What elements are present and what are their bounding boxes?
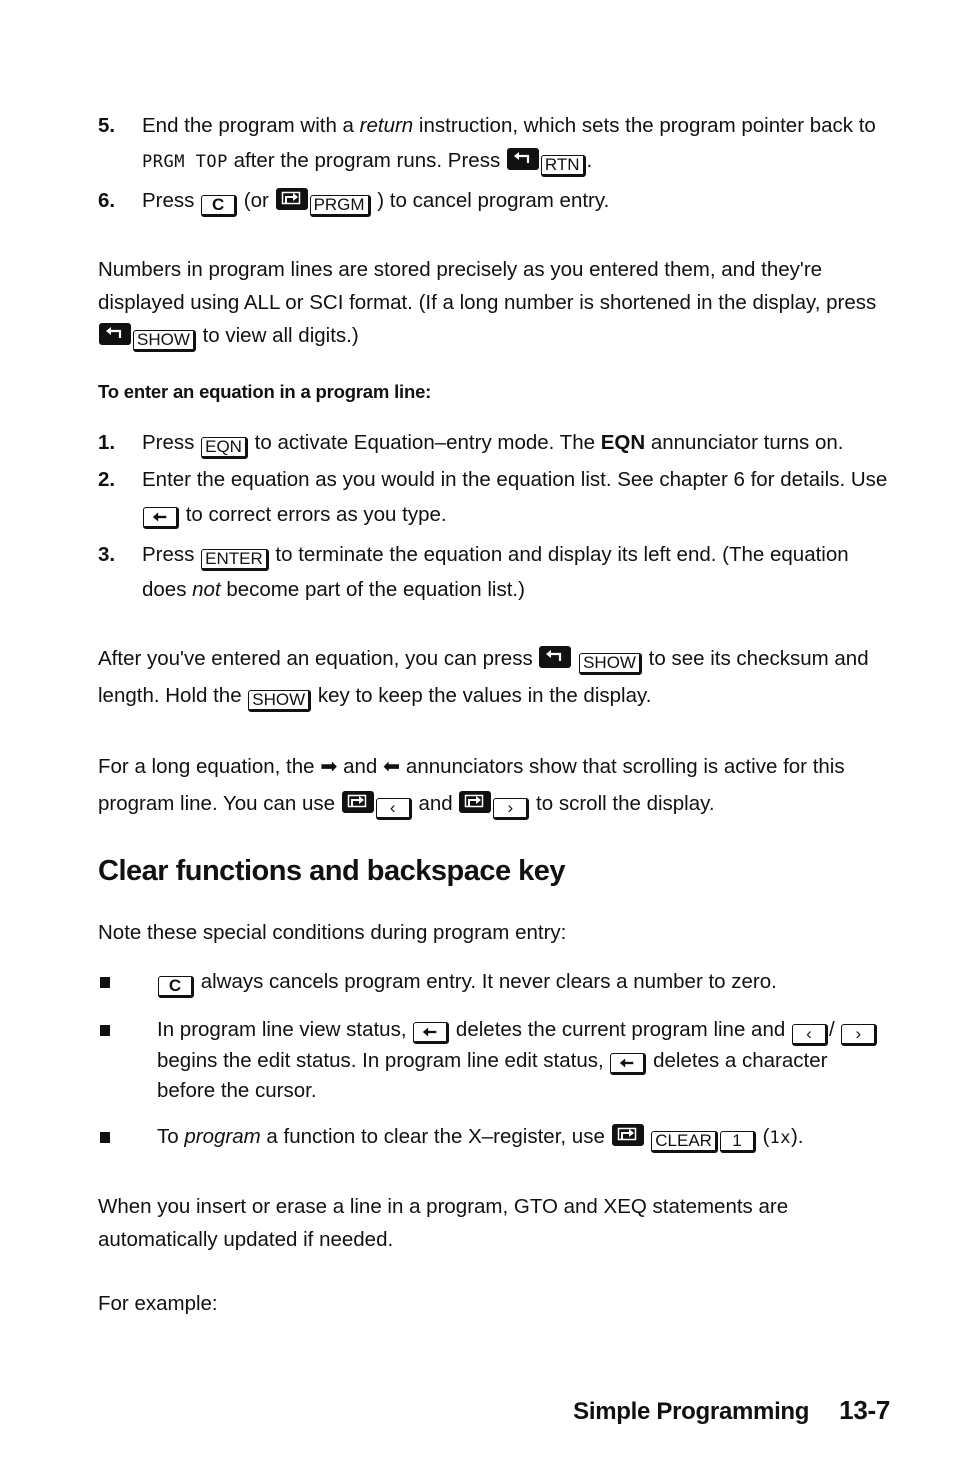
chevron-left-icon: ‹	[389, 798, 396, 817]
right-shift-icon	[464, 794, 484, 808]
left-shift-icon	[104, 326, 124, 340]
right-angle-key: ›	[841, 1024, 878, 1046]
left-shift-key	[506, 148, 539, 170]
step-number: 1.	[98, 431, 116, 454]
chevron-left-icon: ‹	[806, 1024, 812, 1043]
show-key: SHOW	[133, 330, 196, 352]
step-3: 3. Press ENTER to terminate the equation…	[98, 537, 888, 607]
left-arrow-annunciator-icon: ⬅	[383, 755, 401, 778]
numbers-paragraph: Numbers in program lines are stored prec…	[98, 253, 888, 352]
eqn-annunciator-label: EQN	[600, 431, 646, 454]
backspace-arrow-icon	[421, 1025, 439, 1039]
lcd-text: PRGM TOP	[142, 152, 228, 172]
left-shift-icon	[544, 649, 564, 663]
step-5: 5. End the program with a return instruc…	[98, 108, 888, 180]
show-key: SHOW	[579, 653, 642, 675]
step-number: 6.	[98, 189, 116, 212]
bullet-item: In program line view status, deletes the…	[98, 1015, 888, 1106]
rtn-key: RTN	[540, 155, 586, 177]
enter-key: ENTER	[201, 549, 269, 571]
backspace-arrow-icon	[618, 1056, 636, 1070]
show-key: SHOW	[248, 690, 312, 712]
bullet-square-icon	[100, 1025, 110, 1036]
backspace-key	[610, 1053, 647, 1075]
right-arrow-annunciator-icon: ➡	[320, 755, 338, 778]
example-label: For example:	[98, 1292, 218, 1315]
right-angle-key: ›	[493, 798, 530, 820]
scroll-paragraph: For a long equation, the ➡ and ⬅ annunci…	[98, 748, 888, 822]
bullet-item: C always cancels program entry. It never…	[98, 967, 888, 998]
bullet-item: To program a function to clear the X–reg…	[98, 1122, 888, 1153]
bullet-square-icon	[100, 977, 110, 988]
checksum-paragraph: After you've entered an equation, you ca…	[98, 640, 888, 714]
right-shift-icon	[281, 191, 301, 205]
chevron-right-icon: ›	[507, 798, 514, 817]
subheading: To enter an equation in a program line:	[98, 381, 432, 402]
lcd-text: 1x	[769, 1128, 791, 1148]
backspace-arrow-icon	[151, 510, 169, 524]
page-footer: Simple Programming 13-7	[573, 1395, 890, 1426]
left-shift-icon	[512, 151, 532, 165]
backspace-key	[413, 1022, 450, 1044]
clear-key: CLEAR	[651, 1131, 718, 1153]
right-shift-icon	[617, 1127, 637, 1141]
right-shift-key	[611, 1124, 644, 1146]
page-number: 13-7	[839, 1395, 890, 1425]
left-angle-key: ‹	[375, 798, 412, 820]
update-paragraph: When you insert or erase a line in a pro…	[98, 1195, 789, 1251]
step-number: 2.	[98, 468, 116, 491]
step-2: 2. Enter the equation as you would in th…	[98, 462, 888, 532]
chevron-right-icon: ›	[855, 1024, 862, 1043]
chapter-title: Simple Programming	[573, 1398, 810, 1425]
intro-paragraph: Note these special conditions during pro…	[98, 921, 567, 944]
step-number: 3.	[98, 543, 116, 566]
step-6: 6. Press C (or PRGM ) to cancel program …	[98, 183, 888, 218]
right-shift-icon	[347, 794, 367, 808]
left-shift-key	[539, 646, 572, 668]
one-key: 1	[719, 1131, 756, 1153]
bullet-square-icon	[100, 1132, 110, 1143]
right-shift-key	[341, 791, 374, 813]
c-key: C	[201, 195, 238, 217]
step-number: 5.	[98, 114, 116, 137]
left-angle-key: ‹	[791, 1024, 828, 1046]
step-1: 1. Press EQN to activate Equation–entry …	[98, 425, 888, 460]
eqn-key: EQN	[201, 437, 248, 459]
right-shift-key	[459, 791, 492, 813]
right-shift-key	[275, 188, 308, 210]
backspace-key	[143, 507, 179, 529]
left-shift-key	[99, 323, 131, 345]
c-key: C	[158, 976, 194, 998]
prgm-key: PRGM	[309, 195, 371, 217]
section-heading: Clear functions and backspace key	[98, 855, 566, 887]
